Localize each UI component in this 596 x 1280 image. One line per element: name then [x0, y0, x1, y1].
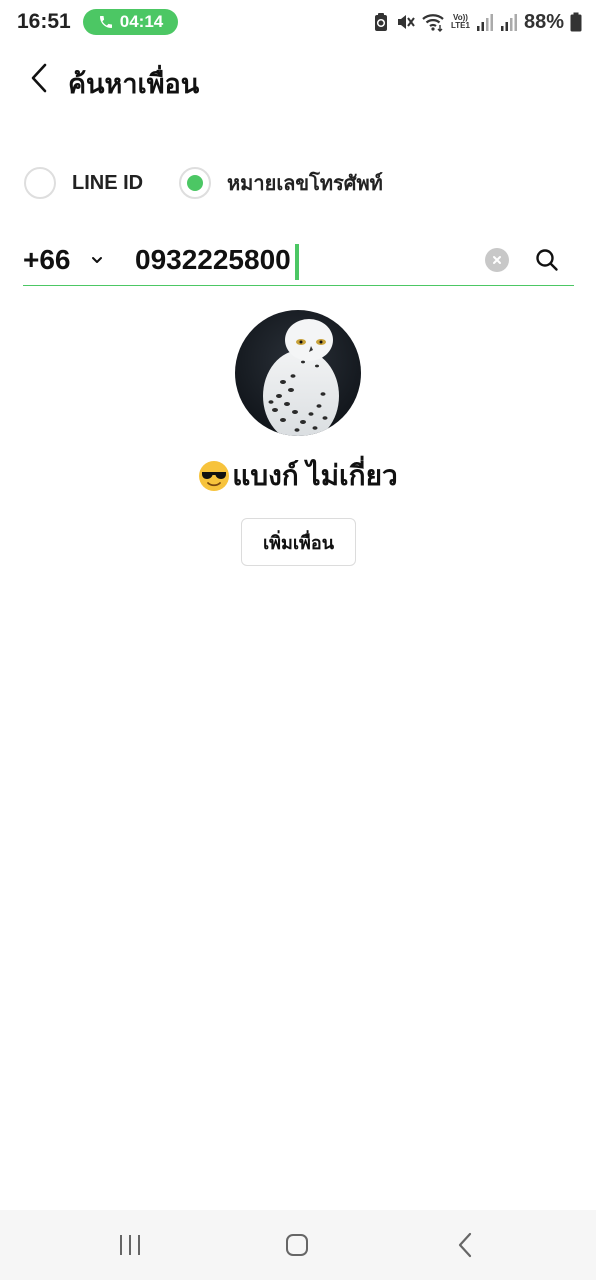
add-friend-button[interactable]: เพิ่มเพื่อน [241, 518, 356, 566]
clear-button[interactable] [485, 248, 509, 272]
country-code-selector[interactable]: +66 [23, 244, 71, 276]
call-duration: 04:14 [119, 12, 164, 31]
search-type-selector: LINE ID หมายเลขโทรศัพท์ [24, 165, 584, 201]
mute-icon [398, 15, 415, 29]
signal-icon-2 [500, 14, 517, 31]
phone-icon [99, 16, 112, 28]
radio-circle-line-id[interactable] [24, 167, 56, 199]
page-title: ค้นหาเพื่อน [68, 69, 200, 99]
nav-back-icon [458, 1232, 472, 1258]
radio-label-line-id: LINE ID [72, 171, 144, 194]
ongoing-call-pill[interactable]: 04:14 [83, 9, 178, 35]
text-caret [295, 244, 299, 280]
recents-icon [120, 1235, 140, 1255]
search-icon[interactable] [533, 246, 561, 274]
profile-name-row: แบงก์ ไม่เกี่ยว [0, 456, 596, 496]
nav-back-button[interactable] [448, 1228, 482, 1262]
battery-icon [570, 12, 582, 32]
home-button[interactable] [280, 1228, 314, 1262]
clear-icon [493, 256, 501, 264]
status-time: 16:51 [17, 10, 71, 33]
screen: 16:51 04:14 Vo)) LTE1 88% ค้นหาเพื่อน LI… [0, 0, 596, 1280]
back-arrow-icon [31, 63, 47, 93]
owl-photo [235, 310, 361, 436]
chevron-down-icon[interactable] [89, 252, 105, 268]
phone-number-input[interactable] [135, 238, 475, 282]
recents-button[interactable] [113, 1228, 147, 1262]
sunglasses-emoji-icon [199, 461, 230, 491]
system-nav-bar [0, 1210, 596, 1280]
back-button[interactable] [22, 60, 56, 96]
avatar[interactable] [235, 310, 361, 436]
battery-percent: 88% [523, 10, 564, 33]
wifi-icon [422, 14, 444, 32]
radio-label-phone-number: หมายเลขโทรศัพท์ [227, 173, 383, 195]
radio-circle-phone-number[interactable] [179, 167, 211, 199]
phone-search-row: +66 [23, 236, 574, 286]
profile-name: แบงก์ ไม่เกี่ยว [232, 460, 398, 491]
lte-bottom: LTE1 [451, 21, 470, 30]
status-icons: Vo)) LTE1 88% [373, 9, 582, 35]
lte-indicator: Vo)) LTE1 [451, 14, 470, 30]
radio-selected-dot [187, 175, 203, 191]
radio-phone-number[interactable]: หมายเลขโทรศัพท์ [179, 165, 383, 201]
header: ค้นหาเพื่อน [0, 52, 596, 104]
sync-icon [375, 13, 387, 31]
radio-line-id[interactable]: LINE ID [24, 165, 143, 201]
signal-icon [476, 14, 493, 31]
status-bar: 16:51 04:14 Vo)) LTE1 88% [0, 0, 596, 44]
home-icon [286, 1234, 308, 1256]
